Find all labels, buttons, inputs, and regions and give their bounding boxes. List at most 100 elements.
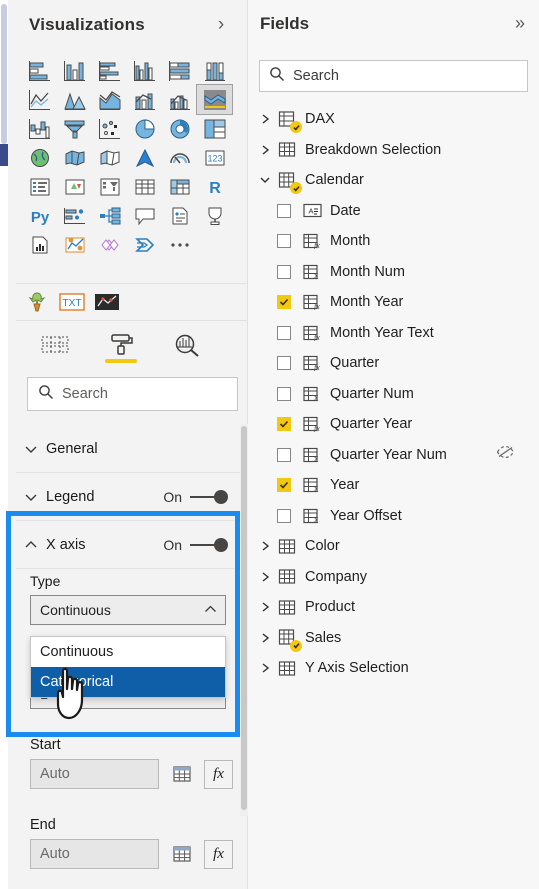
line-chart-icon[interactable] <box>22 85 57 114</box>
donut-chart-icon[interactable] <box>162 114 197 143</box>
line-and-stacked-column-chart-icon[interactable] <box>127 85 162 114</box>
dropdown-option-categorical[interactable]: Categorical <box>31 667 225 697</box>
fields-item-month-num[interactable]: Σ Month Num <box>248 257 539 288</box>
chevron-right-icon[interactable] <box>254 540 276 552</box>
field-checkbox-month-num[interactable] <box>277 264 291 279</box>
fields-item-quarter-year[interactable]: fx Quarter Year <box>248 409 539 440</box>
analytics-tab[interactable] <box>154 325 220 365</box>
field-checkbox-year[interactable] <box>277 478 291 493</box>
decomposition-tree-icon[interactable] <box>92 201 127 230</box>
fields-item-month-year-text[interactable]: fx Month Year Text <box>248 318 539 349</box>
fields-table-calendar[interactable]: Calendar <box>248 165 539 196</box>
filled-map-icon[interactable] <box>57 143 92 172</box>
format-card-legend[interactable]: Legend On <box>16 473 240 521</box>
key-influencers-icon[interactable] <box>57 201 92 230</box>
fields-item-month[interactable]: fx Month <box>248 226 539 257</box>
left-pane-rail[interactable] <box>1 4 7 144</box>
slicer-icon[interactable] <box>92 172 127 201</box>
custom-visual-sparkline-icon[interactable] <box>92 289 121 315</box>
chevron-down-icon[interactable] <box>254 175 276 185</box>
chevron-right-icon[interactable] <box>254 571 276 583</box>
chevron-right-icon[interactable] <box>254 144 276 156</box>
fields-item-quarter[interactable]: fx Quarter <box>248 348 539 379</box>
scatter-chart-icon[interactable] <box>92 114 127 143</box>
metrics-icon[interactable] <box>197 201 232 230</box>
format-visual-tab[interactable] <box>88 325 154 365</box>
stacked-bar-chart-icon[interactable] <box>22 56 57 85</box>
fields-item-date[interactable]: A Date <box>248 196 539 227</box>
hundred-percent-stacked-bar-chart-icon[interactable] <box>162 56 197 85</box>
format-card-x-axis[interactable]: X axis On <box>16 521 240 569</box>
format-card-general[interactable]: General <box>16 425 240 473</box>
field-checkbox-year-offset[interactable] <box>277 508 291 523</box>
field-checkbox-month-year[interactable] <box>277 295 291 310</box>
format-search-input[interactable]: Search <box>27 377 238 411</box>
area-chart-icon[interactable] <box>57 85 92 114</box>
fields-search-input[interactable]: Search <box>259 60 528 92</box>
shape-map-icon[interactable] <box>92 143 127 172</box>
pie-chart-icon[interactable] <box>127 114 162 143</box>
ribbon-chart-icon[interactable] <box>196 84 233 115</box>
x-axis-type-combobox[interactable]: Continuous <box>30 595 226 625</box>
field-checkbox-month-year-text[interactable] <box>277 325 291 340</box>
x-axis-toggle[interactable] <box>188 536 228 554</box>
q-and-a-icon[interactable] <box>127 201 162 230</box>
smart-narrative-icon[interactable] <box>162 201 197 230</box>
treemap-icon[interactable] <box>197 114 232 143</box>
table-visual-icon[interactable] <box>127 172 162 201</box>
fields-table-color[interactable]: Color <box>248 531 539 562</box>
fields-item-quarter-year-num[interactable]: Σ Quarter Year Num <box>248 440 539 471</box>
custom-visual-chiclet-icon[interactable] <box>22 289 51 315</box>
chevron-right-icon[interactable] <box>254 601 276 613</box>
arcgis-map-icon[interactable] <box>127 143 162 172</box>
x-axis-start-input[interactable]: Auto <box>30 759 159 789</box>
r-script-visual-icon[interactable]: R <box>197 172 232 201</box>
fields-item-quarter-num[interactable]: Σ Quarter Num <box>248 379 539 410</box>
fields-item-year[interactable]: Σ Year <box>248 470 539 501</box>
gauge-chart-icon[interactable] <box>162 143 197 172</box>
matrix-icon[interactable] <box>162 172 197 201</box>
legend-toggle[interactable] <box>188 488 228 506</box>
chevron-right-icon[interactable]: › <box>211 14 231 36</box>
x-axis-end-fx-button[interactable]: fx <box>204 839 233 869</box>
custom-visual-text-icon[interactable]: TXT <box>57 289 86 315</box>
python-visual-icon[interactable]: Py <box>22 201 57 230</box>
chevron-right-icon[interactable] <box>254 632 276 644</box>
power-apps-icon[interactable] <box>57 230 92 259</box>
fields-table-sales[interactable]: Sales <box>248 623 539 654</box>
field-checkbox-quarter-num[interactable] <box>277 386 291 401</box>
calendar-table-icon[interactable] <box>168 841 195 868</box>
field-checkbox-date[interactable] <box>277 203 291 218</box>
chevron-right-icon[interactable] <box>254 662 276 674</box>
hidden-eye-icon[interactable] <box>496 445 515 464</box>
dropdown-option-continuous[interactable]: Continuous <box>31 637 225 667</box>
field-checkbox-quarter[interactable] <box>277 356 291 371</box>
card-icon[interactable]: 123 <box>197 143 232 172</box>
power-automate-visual-icon[interactable] <box>127 230 162 259</box>
fields-item-month-year[interactable]: fx Month Year <box>248 287 539 318</box>
field-checkbox-month[interactable] <box>277 234 291 249</box>
field-checkbox-quarter-year[interactable] <box>277 417 291 432</box>
fields-table-dax[interactable]: DAX <box>248 104 539 135</box>
clustered-bar-chart-icon[interactable] <box>92 56 127 85</box>
funnel-chart-icon[interactable] <box>57 114 92 143</box>
hundred-percent-stacked-column-chart-icon[interactable] <box>197 56 232 85</box>
stacked-column-chart-icon[interactable] <box>57 56 92 85</box>
clustered-column-chart-icon[interactable] <box>127 56 162 85</box>
chevron-right-icon[interactable] <box>254 113 276 125</box>
build-visual-tab[interactable] <box>22 325 88 365</box>
x-axis-type-dropdown[interactable]: Continuous Categorical <box>30 636 226 698</box>
waterfall-chart-icon[interactable] <box>22 114 57 143</box>
map-icon[interactable] <box>22 143 57 172</box>
field-checkbox-quarter-year-num[interactable] <box>277 447 291 462</box>
kpi-icon[interactable] <box>57 172 92 201</box>
stacked-area-chart-icon[interactable] <box>92 85 127 114</box>
line-and-clustered-column-chart-icon[interactable] <box>162 85 197 114</box>
chevrons-right-icon[interactable]: » <box>515 13 525 34</box>
left-pane-tab[interactable] <box>0 144 8 166</box>
fields-table-company[interactable]: Company <box>248 562 539 593</box>
x-axis-start-fx-button[interactable]: fx <box>204 759 233 789</box>
fields-table-breakdown-selection[interactable]: Breakdown Selection <box>248 135 539 166</box>
fields-table-product[interactable]: Product <box>248 592 539 623</box>
more-options-icon[interactable] <box>162 230 197 259</box>
